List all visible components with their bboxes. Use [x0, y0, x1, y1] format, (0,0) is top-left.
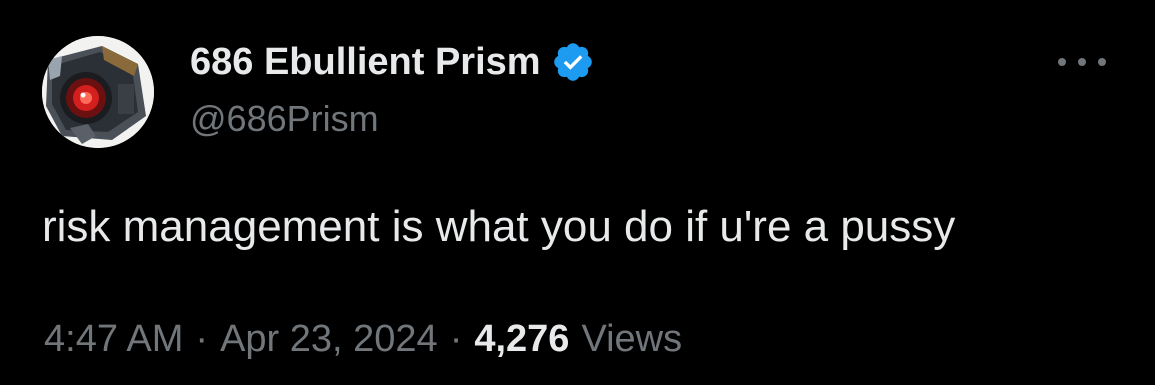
views-count[interactable]: 4,276: [474, 318, 569, 361]
tweet-time[interactable]: 4:47 AM: [44, 318, 183, 361]
author-handle[interactable]: @686Prism: [190, 98, 379, 140]
tweet-text: risk management is what you do if u're a…: [42, 202, 956, 251]
avatar[interactable]: [42, 36, 154, 148]
author-name-row[interactable]: 686 Ebullient Prism: [190, 40, 595, 84]
author-display-name[interactable]: 686 Ebullient Prism: [190, 41, 541, 84]
more-dot: [1058, 58, 1066, 66]
meta-separator: ·: [195, 318, 209, 360]
tweet-date[interactable]: Apr 23, 2024: [220, 318, 438, 361]
meta-separator: ·: [449, 318, 463, 360]
more-dot: [1098, 58, 1106, 66]
views-label[interactable]: Views: [581, 318, 682, 361]
tweet-card: 686 Ebullient Prism @686Prism risk manag…: [0, 0, 1155, 385]
tweet-meta: 4:47 AM · Apr 23, 2024 · 4,276 Views: [44, 318, 682, 361]
more-dot: [1078, 58, 1086, 66]
verified-badge-icon[interactable]: [551, 40, 595, 84]
more-options-icon[interactable]: [1058, 52, 1106, 72]
robot-eye-avatar-icon: [42, 36, 154, 148]
